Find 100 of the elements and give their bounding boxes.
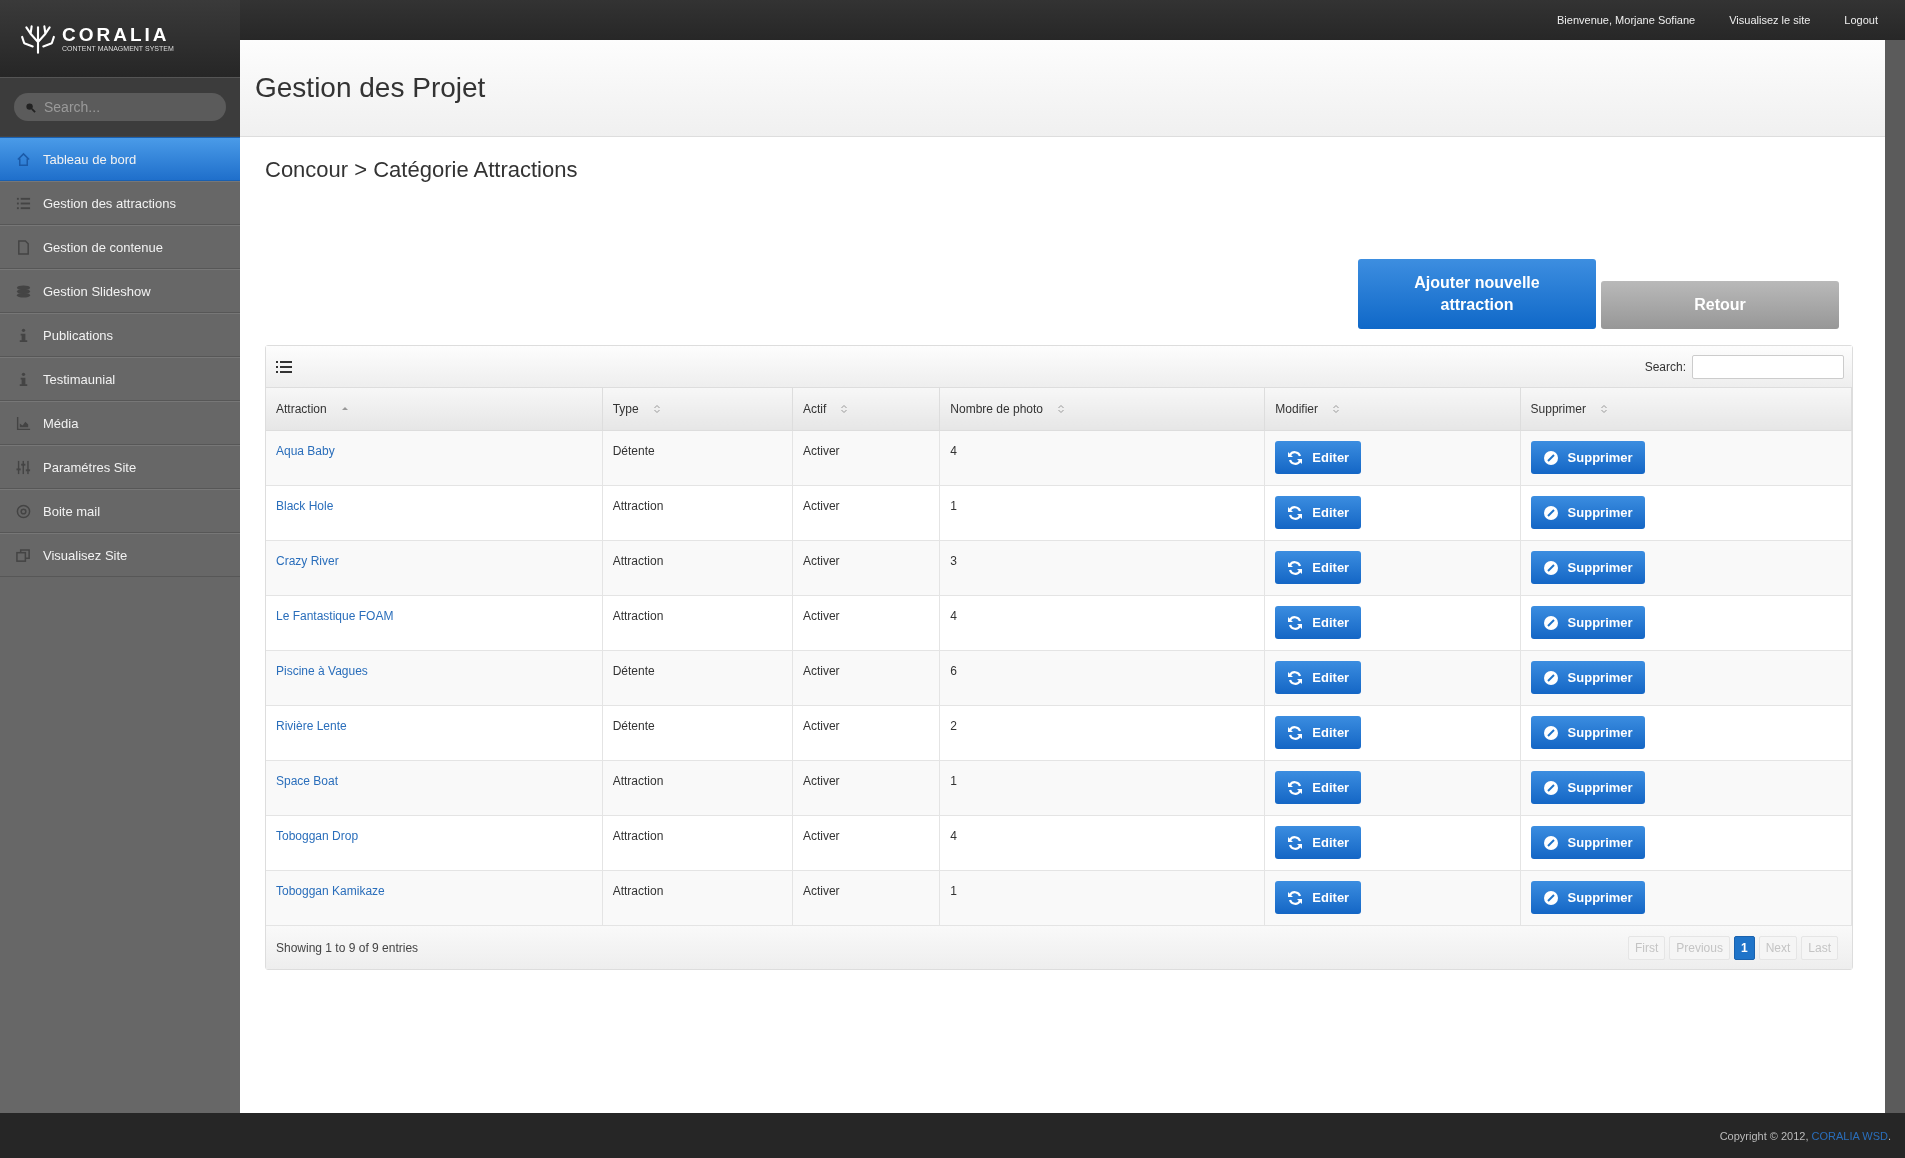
column-header[interactable]: Nombre de photo [939, 388, 1265, 431]
table-cell: Attraction [612, 829, 664, 843]
table-cell: Attraction [612, 554, 664, 568]
refresh-icon [1287, 724, 1304, 741]
list-icon [16, 195, 31, 211]
delete-button[interactable]: Supprimer [1530, 606, 1645, 639]
attraction-link[interactable]: Aqua Baby [276, 444, 335, 458]
refresh-icon [1287, 449, 1304, 466]
column-header[interactable]: Attraction [266, 388, 603, 431]
company-link[interactable]: CORALIA WSD [1811, 1129, 1888, 1142]
delete-button[interactable]: Supprimer [1530, 441, 1645, 474]
attraction-link[interactable]: Toboggan Kamikaze [276, 884, 385, 898]
table-cell: 3 [950, 554, 957, 568]
table-cell: 6 [950, 664, 957, 678]
delete-button[interactable]: Supprimer [1530, 661, 1645, 694]
delete-button[interactable]: Supprimer [1530, 496, 1645, 529]
blocked-icon [1542, 889, 1559, 906]
attraction-link[interactable]: Toboggan Drop [276, 829, 359, 843]
table-cell: Détente [612, 719, 655, 733]
table-cell: Détente [612, 444, 655, 458]
search-label: Search: [1644, 359, 1686, 374]
sidebar-item[interactable]: Gestion des attractions [0, 181, 240, 225]
table-search-field[interactable] [1692, 354, 1844, 379]
table-cell: Activer [802, 664, 840, 678]
refresh-icon [1287, 559, 1304, 576]
search-field[interactable]: Search... [14, 93, 226, 121]
table-cell: 1 [950, 884, 957, 898]
header-link[interactable]: Bienvenue, Morjane Sofiane [1557, 14, 1696, 26]
attraction-link[interactable]: Rivière Lente [276, 719, 347, 733]
edit-button[interactable]: Editer [1275, 606, 1362, 639]
table-cell: Attraction [612, 609, 664, 623]
sidebar-item[interactable]: Boite mail [0, 489, 240, 533]
file-icon [16, 239, 31, 255]
sidebar-item[interactable]: Tableau de bord [0, 137, 240, 181]
table-cell: Attraction [612, 884, 664, 898]
table-cell: Activer [802, 499, 840, 513]
windows-icon [16, 547, 31, 563]
sidebar-item[interactable]: Visualisez Site [0, 533, 240, 577]
sidebar-item[interactable]: Publications [0, 313, 240, 357]
page-title: Gestion des Projet [255, 72, 486, 104]
column-header[interactable]: Modifier [1264, 388, 1521, 431]
coral-logo-icon [20, 22, 56, 55]
table-cell: 4 [950, 609, 957, 623]
table-cell: Activer [802, 609, 840, 623]
edit-button[interactable]: Editer [1275, 551, 1362, 584]
page-button[interactable]: 1 [1733, 935, 1755, 960]
attraction-link[interactable]: Space Boat [276, 774, 339, 788]
sidebar-item[interactable]: Gestion Slideshow [0, 269, 240, 313]
edit-button[interactable]: Editer [1275, 881, 1362, 914]
list-icon [276, 359, 292, 374]
sidebar-item[interactable]: Paramétres Site [0, 445, 240, 489]
header-link[interactable]: Logout [1844, 14, 1878, 26]
refresh-icon [1287, 779, 1304, 796]
blocked-icon [1542, 724, 1559, 741]
table-cell: 4 [950, 829, 957, 843]
table-cell: 2 [950, 719, 957, 733]
table-cell: Activer [802, 444, 840, 458]
copyright-text: Copyright © 2012, CORALIA WSD. [1719, 1129, 1891, 1142]
refresh-icon [1287, 889, 1304, 906]
edit-button[interactable]: Editer [1275, 716, 1362, 749]
add-button[interactable]: Ajouter nouvelle attraction [1358, 259, 1596, 329]
blocked-icon [1542, 669, 1559, 686]
delete-button[interactable]: Supprimer [1530, 551, 1645, 584]
layers-icon [16, 283, 31, 299]
table-cell: Activer [802, 554, 840, 568]
blocked-icon [1542, 614, 1559, 631]
column-header[interactable]: Actif [792, 388, 940, 431]
edit-button[interactable]: Editer [1275, 441, 1362, 474]
breadcrumb: Concour > Catégorie Attractions [265, 157, 579, 183]
sidebar-item[interactable]: Média [0, 401, 240, 445]
delete-button[interactable]: Supprimer [1530, 771, 1645, 804]
column-header[interactable]: Type [602, 388, 793, 431]
attraction-link[interactable]: Crazy River [276, 554, 339, 568]
attraction-link[interactable]: Le Fantastique FOAM [276, 609, 394, 623]
edit-button[interactable]: Editer [1275, 771, 1362, 804]
refresh-icon [1287, 614, 1304, 631]
delete-button[interactable]: Supprimer [1530, 716, 1645, 749]
blocked-icon [1542, 449, 1559, 466]
delete-button[interactable]: Supprimer [1530, 826, 1645, 859]
refresh-icon [1287, 504, 1304, 521]
sidebar-item[interactable]: Gestion de contenue [0, 225, 240, 269]
header-link[interactable]: Visualisez le site [1729, 14, 1811, 26]
attraction-link[interactable]: Piscine à Vagues [276, 664, 368, 678]
blocked-icon [1542, 504, 1559, 521]
table-cell: Attraction [612, 774, 664, 788]
column-header[interactable]: Supprimer [1520, 388, 1852, 431]
edit-button[interactable]: Editer [1275, 661, 1362, 694]
table-cell: 1 [950, 499, 957, 513]
refresh-icon [1287, 834, 1304, 851]
sliders-icon [16, 459, 31, 475]
refresh-icon [1287, 669, 1304, 686]
table-cell: Activer [802, 719, 840, 733]
attraction-link[interactable]: Black Hole [276, 499, 334, 513]
sidebar-item[interactable]: Testimaunial [0, 357, 240, 401]
table-cell: 1 [950, 774, 957, 788]
brand-name: CORALIA [62, 25, 171, 45]
edit-button[interactable]: Editer [1275, 496, 1362, 529]
edit-button[interactable]: Editer [1275, 826, 1362, 859]
delete-button[interactable]: Supprimer [1530, 881, 1645, 914]
blocked-icon [1542, 559, 1559, 576]
